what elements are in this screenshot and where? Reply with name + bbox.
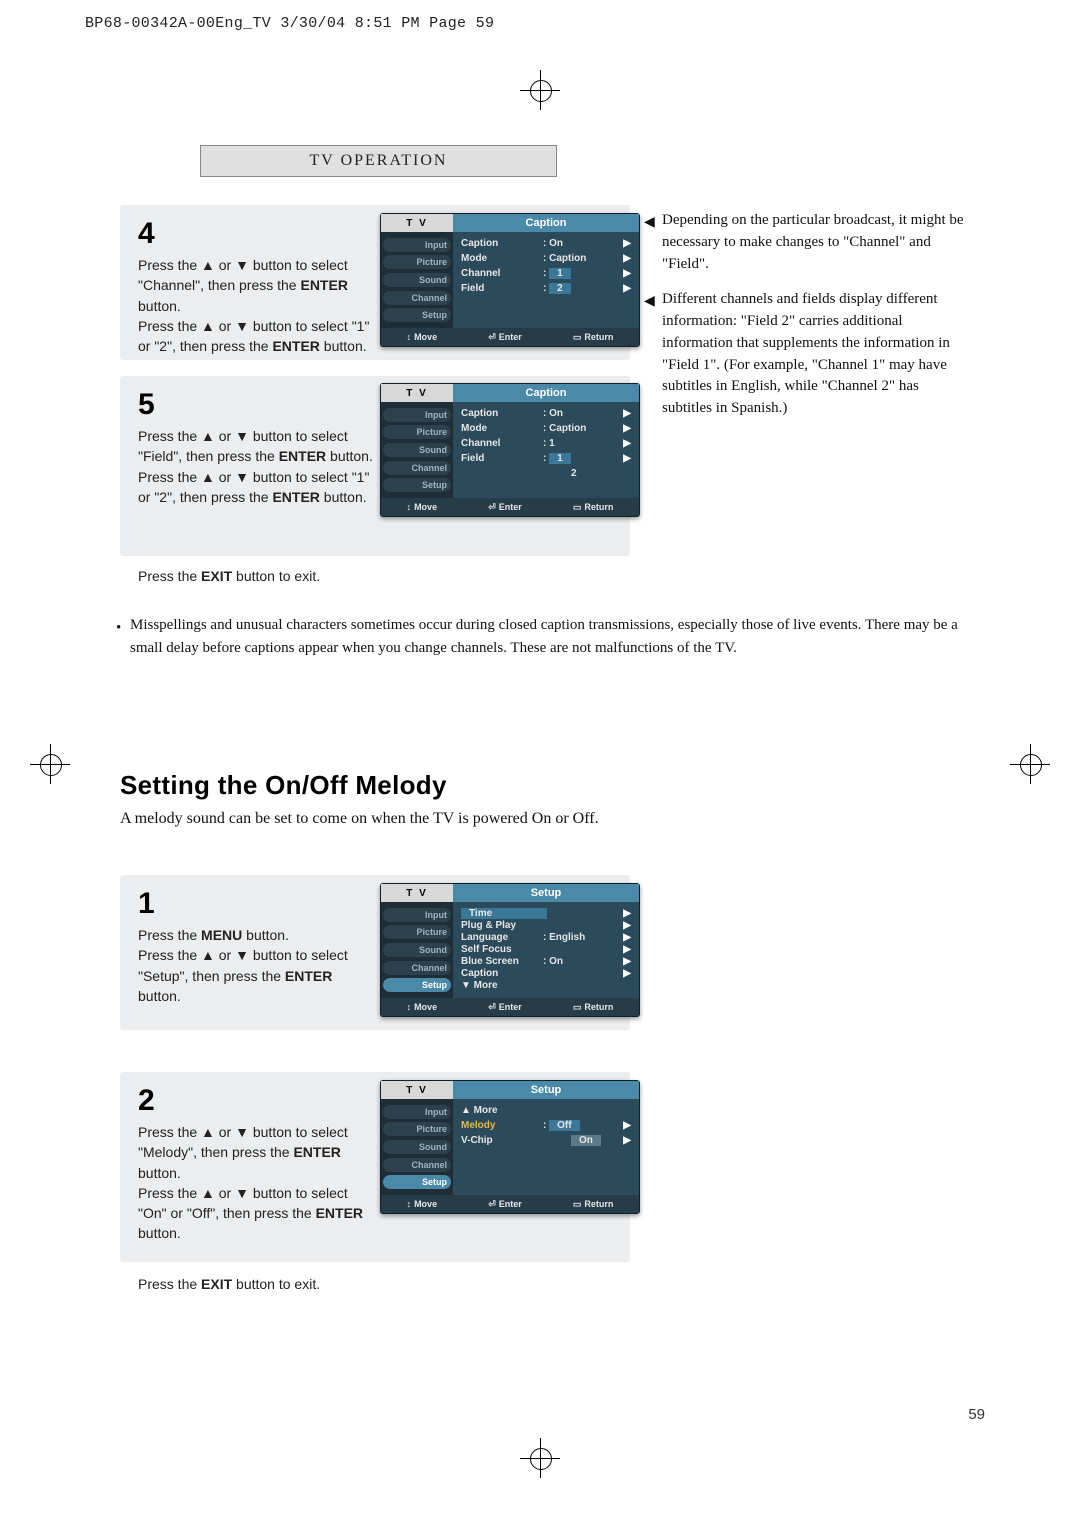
- page-number: 59: [968, 1406, 985, 1423]
- osd-setup-1: T VSetup Input Picture Sound Channel Set…: [380, 883, 640, 1017]
- section-title: TV OPERATION: [310, 152, 448, 170]
- step-5-text: Press the ▲ or ▼ button to select "Field…: [138, 426, 378, 507]
- section-title-bar: TV OPERATION: [200, 145, 557, 177]
- exit-line-2: Press the EXIT button to exit.: [138, 1276, 320, 1292]
- bullet-icon: •: [116, 617, 121, 640]
- heading-melody-sub: A melody sound can be set to come on whe…: [120, 810, 599, 828]
- doc-header-line: BP68-00342A-00Eng_TV 3/30/04 8:51 PM Pag…: [85, 15, 494, 32]
- step-2-text: Press the ▲ or ▼ button to select "Melod…: [138, 1122, 378, 1244]
- left-arrow-icon: ◀: [644, 213, 655, 233]
- osd-caption-channel: T VCaption Input Picture Sound Channel S…: [380, 213, 640, 347]
- osd-setup-melody: T VSetup Input Picture Sound Channel Set…: [380, 1080, 640, 1214]
- note-bullet: • Misspellings and unusual characters so…: [130, 614, 970, 659]
- side-notes: ◀Depending on the particular broadcast, …: [662, 210, 972, 434]
- exit-line-1: Press the EXIT button to exit.: [138, 568, 320, 584]
- heading-melody: Setting the On/Off Melody: [120, 770, 447, 801]
- osd-caption-field: T VCaption Input Picture Sound Channel S…: [380, 383, 640, 517]
- left-arrow-icon: ◀: [644, 292, 655, 312]
- step-1-text: Press the MENU button. Press the ▲ or ▼ …: [138, 925, 378, 1006]
- step-4-text: Press the ▲ or ▼ button to select "Chann…: [138, 255, 378, 356]
